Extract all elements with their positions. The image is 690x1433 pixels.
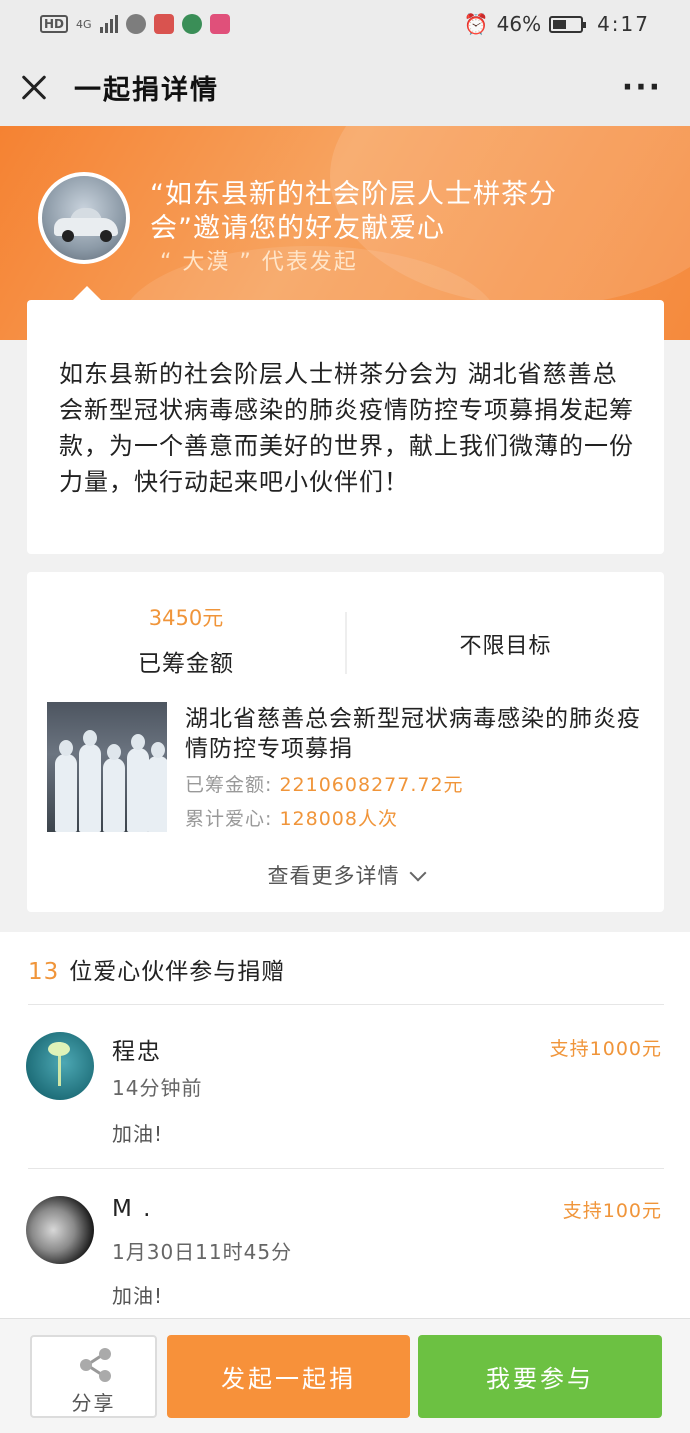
project-raised: 已筹金额: 2210608277.72元 <box>185 770 464 797</box>
share-button[interactable]: 分享 <box>30 1335 157 1418</box>
project-title[interactable]: 湖北省慈善总会新型冠状病毒感染的肺炎疫情防控专项募捐 <box>185 704 645 764</box>
ppe-figure <box>103 744 125 832</box>
avatar <box>26 1196 94 1264</box>
raised-label: 已筹金额 <box>138 651 234 677</box>
project-raised-value: 2210608277.72元 <box>279 774 464 796</box>
donor-count: 13 <box>28 959 60 985</box>
more-details-link[interactable]: 查看更多详情 <box>27 860 664 890</box>
chevron-down-icon <box>409 864 426 882</box>
calendar-app-icon <box>209 14 230 34</box>
ppe-figure <box>147 742 167 832</box>
hero-title: “如东县新的社会阶层人士栟茶分会”邀请您的好友献爱心 <box>150 179 557 244</box>
clock: 4:17 <box>597 12 650 36</box>
target-stat: 不限目标 <box>459 634 552 659</box>
ppe-figure <box>127 734 149 832</box>
project-hearts: 累计爱心: 128008人次 <box>185 804 398 831</box>
description-text: 如东县新的社会阶层人士栟茶分会为 湖北省慈善总会新型冠状病毒感染的肺炎疫情防控专… <box>59 360 634 496</box>
chat-app-icon <box>125 14 146 34</box>
book-app-icon <box>153 14 174 34</box>
network-type: 4G <box>76 17 92 31</box>
more-details-label: 查看更多详情 <box>267 864 400 888</box>
ppe-figure <box>55 740 77 832</box>
donor-amount: 支持1000元 <box>549 1038 662 1060</box>
alarm-icon: ⏰ <box>463 12 489 36</box>
donors-header: 13 位爱心伙伴参与捐赠 <box>28 952 285 986</box>
initiator-avatar <box>38 172 130 264</box>
divider <box>28 1168 664 1169</box>
news-app-icon <box>181 14 202 34</box>
avatar <box>26 1032 94 1100</box>
divider <box>28 1004 664 1005</box>
ppe-figure <box>79 730 101 832</box>
initiate-button[interactable]: 发起一起捐 <box>167 1335 410 1418</box>
car-wheel-front <box>62 230 74 242</box>
status-bar: HD 4G ⏰ 46% 4:17 <box>0 0 690 48</box>
project-photo[interactable] <box>47 702 167 832</box>
project-hearts-value: 128008人次 <box>279 808 398 830</box>
description-card: 如东县新的社会阶层人士栟茶分会为 湖北省慈善总会新型冠状病毒感染的肺炎疫情防控专… <box>27 286 664 554</box>
share-icon <box>80 1348 111 1382</box>
donor-amount: 支持100元 <box>562 1200 662 1222</box>
donor-message: 加油! <box>112 1122 164 1146</box>
donor-name: M . <box>112 1196 153 1222</box>
page-title: 一起捐详情 <box>74 74 219 106</box>
raised-stat: 3450元 已筹金额 <box>27 602 345 678</box>
donor-list: 13 位爱心伙伴参与捐赠 程忠 支持1000元 14分钟前 加油! M . 支持1… <box>0 932 690 1332</box>
join-button[interactable]: 我要参与 <box>418 1335 662 1418</box>
donor-message: 加油! <box>112 1284 164 1308</box>
car-wheel-rear <box>100 230 112 242</box>
hd-indicator: HD <box>40 15 69 33</box>
share-label: 分享 <box>71 1391 116 1415</box>
bottom-action-bar: 分享 发起一起捐 我要参与 <box>0 1318 690 1433</box>
raised-amount: 3450元 <box>148 606 224 630</box>
nav-bar: 一起捐详情 ··· <box>0 48 690 126</box>
project-hearts-label: 累计爱心: <box>185 808 273 830</box>
close-icon[interactable] <box>20 73 48 101</box>
status-left: HD 4G <box>40 14 230 34</box>
donor-time: 1月30日11时45分 <box>112 1240 293 1264</box>
donor-time: 14分钟前 <box>112 1076 203 1100</box>
more-menu-button[interactable]: ··· <box>622 70 662 105</box>
hero-subtitle: “ 大漠 ” 代表发起 <box>160 250 358 275</box>
donor-name: 程忠 <box>112 1039 162 1065</box>
stats-card: 3450元 已筹金额 不限目标 湖北省慈善总会新型冠状病毒感染的肺炎疫情防控专项… <box>27 572 664 912</box>
status-right: ⏰ 46% 4:17 <box>464 12 650 36</box>
battery-icon <box>549 15 587 33</box>
signal-icon <box>99 15 118 33</box>
battery-percent: 46% <box>496 12 542 36</box>
donors-header-text: 位爱心伙伴参与捐赠 <box>69 959 286 985</box>
project-raised-label: 已筹金额: <box>185 774 273 796</box>
